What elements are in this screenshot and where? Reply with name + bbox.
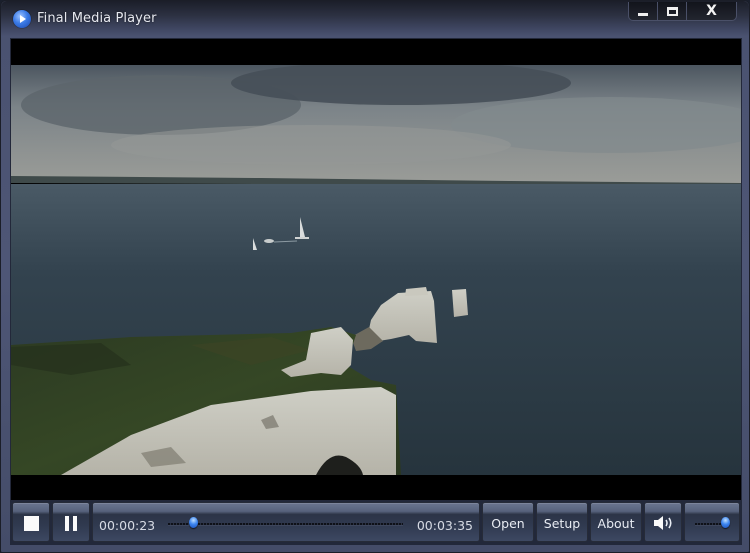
about-button-label: About bbox=[597, 515, 635, 531]
close-icon: X bbox=[706, 3, 717, 19]
total-time: 00:03:35 bbox=[416, 518, 473, 533]
seek-slider[interactable] bbox=[168, 517, 403, 528]
mute-button[interactable] bbox=[644, 502, 682, 542]
maximize-icon bbox=[666, 6, 678, 16]
video-frame-image bbox=[11, 65, 741, 475]
media-player-window: Final Media Player X 00:00:23 00:03:35 O… bbox=[0, 0, 750, 553]
open-button[interactable]: Open bbox=[482, 502, 534, 542]
sea-stack bbox=[452, 289, 468, 317]
window-title: Final Media Player bbox=[37, 11, 157, 26]
pause-button[interactable] bbox=[52, 502, 90, 542]
current-time: 00:00:23 bbox=[99, 518, 156, 533]
stop-button[interactable] bbox=[12, 502, 50, 542]
volume-slider[interactable] bbox=[695, 517, 730, 528]
setup-button-label: Setup bbox=[543, 515, 581, 531]
video-area[interactable] bbox=[10, 38, 742, 501]
volume-panel bbox=[684, 502, 740, 542]
speaker-icon bbox=[652, 515, 674, 531]
seek-slider-thumb[interactable] bbox=[188, 517, 198, 528]
caption-buttons: X bbox=[628, 2, 737, 21]
seek-panel: 00:00:23 00:03:35 bbox=[92, 502, 480, 542]
stop-icon bbox=[23, 515, 39, 531]
maximize-button[interactable] bbox=[658, 2, 687, 20]
title-bar[interactable]: Final Media Player X bbox=[1, 1, 749, 37]
close-button[interactable]: X bbox=[687, 2, 736, 20]
minimize-icon bbox=[638, 12, 648, 16]
open-button-label: Open bbox=[491, 515, 525, 531]
about-button[interactable]: About bbox=[590, 502, 642, 542]
volume-slider-thumb[interactable] bbox=[720, 517, 730, 528]
play-circle-icon bbox=[13, 10, 31, 28]
control-bar: 00:00:23 00:03:35 Open Setup About bbox=[10, 501, 742, 545]
pause-icon bbox=[65, 515, 77, 531]
minimize-button[interactable] bbox=[629, 2, 658, 20]
setup-button[interactable]: Setup bbox=[536, 502, 588, 542]
video-scene-illustration bbox=[11, 65, 741, 475]
